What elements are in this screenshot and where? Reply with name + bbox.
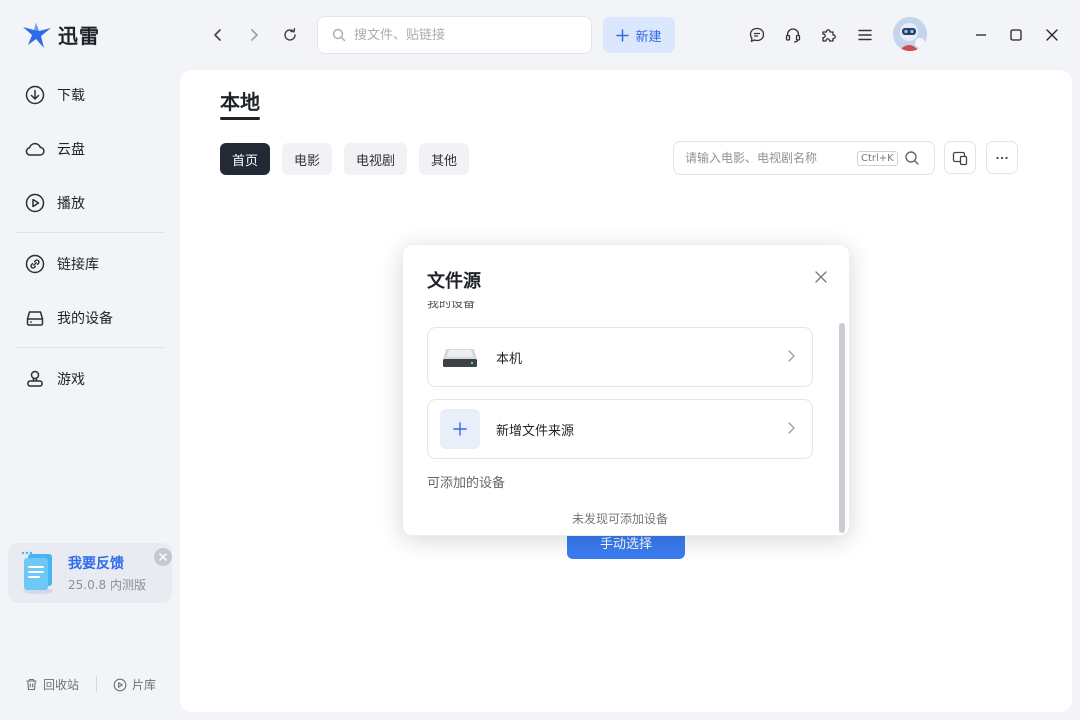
feedback-card[interactable]: 我要反馈 25.0.8 内测版: [8, 543, 172, 603]
back-button[interactable]: [207, 24, 229, 46]
sidebar-divider: [16, 347, 164, 348]
sidebar-item-label: 我的设备: [57, 311, 113, 327]
plus-icon: [440, 409, 480, 449]
chat-bubble-icon: [749, 27, 765, 42]
forward-button[interactable]: [243, 24, 265, 46]
sidebar-item-link-library[interactable]: 链接库: [24, 252, 99, 276]
source-label: 新增文件来源: [496, 423, 575, 439]
film-library-icon: [113, 678, 127, 691]
drive-icon: [26, 311, 44, 326]
empty-state-text: 未发现可添加设备: [571, 512, 668, 526]
search-icon: [332, 28, 346, 42]
page-title: 本地: [220, 90, 260, 114]
chevron-right-icon: [788, 350, 795, 362]
feedback-document-icon: [21, 551, 53, 594]
maximize-icon: [1010, 29, 1022, 41]
plus-icon: [616, 28, 630, 42]
library-search[interactable]: Ctrl+K: [673, 141, 935, 175]
thunder-bird-icon: [23, 22, 51, 48]
section-my-devices: 我的设备: [427, 301, 476, 309]
sidebar-divider: [16, 232, 164, 233]
recycle-bin-link[interactable]: 回收站: [25, 676, 79, 693]
maximize-button[interactable]: [1005, 24, 1027, 46]
app-logo: 迅雷: [22, 20, 100, 49]
chevron-right-icon: [788, 422, 795, 434]
sidebar-item-games[interactable]: 游戏: [24, 367, 85, 391]
tab-other[interactable]: 其他: [419, 143, 469, 175]
library-search-input[interactable]: [685, 151, 855, 165]
dialog-scrollbar[interactable]: [839, 323, 845, 533]
more-horizontal-icon: [996, 156, 1008, 159]
headset-icon: [785, 28, 801, 43]
source-label: 本机: [496, 351, 523, 367]
section-addable-devices: 可添加的设备: [427, 476, 506, 491]
play-icon: [25, 193, 45, 213]
tab-tv-series[interactable]: 电视剧: [344, 143, 407, 175]
film-library-label: 片库: [132, 678, 157, 692]
source-add-new[interactable]: 新增文件来源: [427, 399, 813, 459]
minimize-icon: [976, 34, 986, 36]
file-source-dialog: 文件源 我的设备 本机 新增文件来源 可添加的设备 未发现可添加设备: [402, 244, 850, 536]
messages-button[interactable]: [747, 25, 767, 45]
tab-movies[interactable]: 电影: [282, 143, 332, 175]
link-icon: [25, 254, 45, 274]
switch-device-button[interactable]: [944, 141, 976, 174]
sidebar-item-play[interactable]: 播放: [24, 191, 85, 215]
close-icon: [159, 553, 167, 561]
title-underline: [220, 117, 260, 120]
puzzle-icon: [822, 29, 836, 42]
feedback-close-button[interactable]: [154, 548, 172, 566]
global-search[interactable]: [317, 16, 592, 54]
sidebar-item-label: 游戏: [57, 372, 85, 388]
dialog-title: 文件源: [427, 271, 481, 292]
new-task-label: 新建: [635, 29, 662, 45]
shortcut-hint: Ctrl+K: [857, 150, 898, 166]
refresh-icon: [284, 28, 296, 41]
recycle-bin-label: 回收站: [43, 678, 80, 692]
support-button[interactable]: [783, 25, 803, 45]
search-icon: [905, 151, 919, 165]
chevron-right-icon: [251, 29, 258, 41]
hard-drive-icon: [443, 349, 477, 367]
app-name: 迅雷: [58, 24, 100, 48]
cloud-icon: [25, 142, 45, 156]
user-avatar[interactable]: [893, 17, 927, 51]
menu-icon: [858, 29, 872, 41]
global-search-input[interactable]: [354, 27, 574, 43]
sidebar-item-label: 播放: [57, 196, 85, 212]
app-version: 25.0.8 内测版: [68, 578, 146, 592]
game-icon: [27, 370, 43, 387]
download-icon: [25, 85, 45, 105]
minimize-button[interactable]: [970, 24, 992, 46]
more-options-button[interactable]: [986, 141, 1018, 174]
chevron-left-icon: [214, 29, 221, 41]
feedback-text: 我要反馈 25.0.8 内测版: [68, 553, 146, 593]
sidebar-item-my-devices[interactable]: 我的设备: [24, 306, 113, 330]
sidebar-item-download[interactable]: 下载: [24, 83, 85, 107]
film-library-link[interactable]: 片库: [113, 676, 156, 693]
devices-icon: [952, 151, 968, 165]
plugins-button[interactable]: [819, 25, 839, 45]
close-window-button[interactable]: [1041, 24, 1063, 46]
sidebar-item-cloud[interactable]: 云盘: [24, 137, 85, 161]
new-task-button[interactable]: 新建: [603, 17, 675, 53]
avatar-robot-icon: [893, 17, 927, 51]
tab-home[interactable]: 首页: [220, 143, 270, 175]
main-menu-button[interactable]: [855, 25, 875, 45]
bottom-divider: [96, 676, 97, 692]
close-icon[interactable]: [813, 269, 829, 285]
close-icon: [1046, 29, 1058, 41]
sidebar-item-label: 下载: [57, 88, 85, 104]
sidebar-item-label: 云盘: [57, 142, 85, 158]
source-local-machine[interactable]: 本机: [427, 327, 813, 387]
trash-icon: [26, 678, 37, 691]
refresh-button[interactable]: [279, 24, 301, 46]
sidebar-item-label: 链接库: [57, 257, 99, 273]
feedback-title: 我要反馈: [68, 556, 124, 572]
